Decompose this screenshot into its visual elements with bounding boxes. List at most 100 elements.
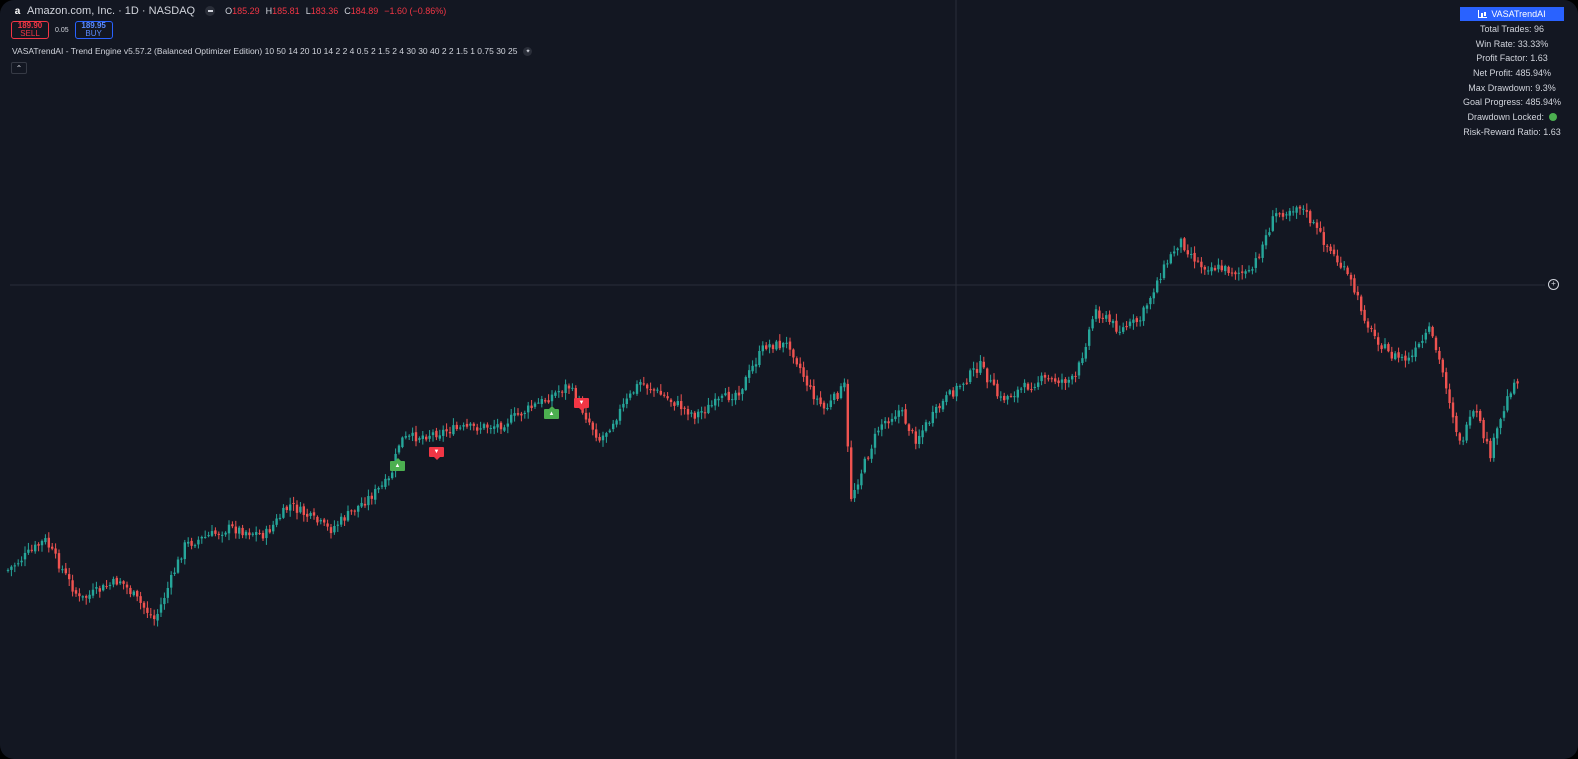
indicator-title[interactable]: VASATrendAI - Trend Engine v5.57.2 (Bala… xyxy=(12,46,517,56)
candle-body xyxy=(136,590,139,597)
candle-body xyxy=(1448,389,1451,404)
indicator-legend[interactable]: VASATrendAI - Trend Engine v5.57.2 (Bala… xyxy=(12,46,533,56)
candle-body xyxy=(448,432,452,434)
candle-body xyxy=(904,409,907,424)
stat-total-trades: Total Trades: 96 xyxy=(1479,24,1545,34)
sell-button[interactable]: 189.90 SELL xyxy=(11,21,49,39)
candle-body xyxy=(146,607,149,613)
candle-body xyxy=(693,412,696,419)
candle-body xyxy=(979,360,982,373)
candle-body xyxy=(428,435,431,439)
candle-body xyxy=(1251,269,1254,271)
add-alert-icon[interactable]: + xyxy=(1548,279,1559,290)
candle-body xyxy=(958,386,962,388)
candle-body xyxy=(1305,210,1308,212)
candle-body xyxy=(1516,381,1519,384)
candle-body xyxy=(1135,318,1138,323)
candle-body xyxy=(571,387,574,389)
candle-body xyxy=(425,436,428,440)
candle-body xyxy=(1380,345,1383,350)
candle-body xyxy=(1193,252,1196,262)
candle-body xyxy=(1506,396,1509,411)
candle-body xyxy=(669,399,673,403)
candle-body xyxy=(210,531,214,536)
candle-body xyxy=(122,581,125,584)
candle-body xyxy=(431,432,435,436)
candle-body xyxy=(911,430,914,432)
candle-body xyxy=(1275,213,1278,217)
candle-body xyxy=(986,368,989,383)
candle-body xyxy=(363,503,367,506)
candle-body xyxy=(1115,320,1118,332)
candle-body xyxy=(625,398,628,404)
candle-body xyxy=(1417,343,1421,348)
candle-body xyxy=(952,390,955,397)
candle-body xyxy=(941,400,945,410)
candle-body xyxy=(1145,305,1149,309)
candle-body xyxy=(918,435,921,445)
candle-body xyxy=(1003,395,1006,401)
candle-body xyxy=(652,389,656,391)
candle-body xyxy=(306,513,309,517)
candle-body xyxy=(452,425,455,435)
candle-body xyxy=(1006,396,1009,400)
candle-body xyxy=(1414,347,1417,357)
candle-body xyxy=(561,391,564,393)
candle-body xyxy=(1319,228,1322,232)
market-status-icon[interactable] xyxy=(205,6,216,16)
candle-body xyxy=(102,585,105,591)
buy-signal-marker[interactable]: ▲ xyxy=(544,406,559,419)
candle-body xyxy=(1162,264,1166,279)
candle-body xyxy=(380,485,384,487)
candle-body xyxy=(737,392,741,396)
candle-body xyxy=(1179,238,1183,248)
high-value: 185.81 xyxy=(272,6,300,16)
candle-body xyxy=(564,384,567,394)
candle-body xyxy=(1203,266,1206,270)
candle-body xyxy=(972,368,975,370)
stat-net-profit: Net Profit: 485.94% xyxy=(1472,68,1552,79)
stat-max-drawdown: Max Drawdown: 9.3% xyxy=(1468,82,1556,93)
candle-body xyxy=(513,413,516,416)
candle-body xyxy=(1169,254,1172,264)
candle-body xyxy=(258,533,261,535)
collapse-legend-button[interactable]: ⌃ xyxy=(11,62,27,74)
sell-signal-marker[interactable]: ▼ xyxy=(429,447,444,460)
buy-signal-marker[interactable]: ▲ xyxy=(390,458,405,471)
candle-body xyxy=(663,394,666,396)
candle-body xyxy=(91,589,95,596)
candle-body xyxy=(938,405,941,409)
sell-signal-marker[interactable]: ▼ xyxy=(574,398,589,411)
candle-body xyxy=(261,532,265,539)
candle-body xyxy=(88,594,91,599)
candle-body xyxy=(112,578,115,585)
close-value: 184.89 xyxy=(350,6,379,16)
candle-body xyxy=(612,423,615,430)
candle-body xyxy=(1302,208,1305,210)
candle-body xyxy=(493,426,496,429)
candle-body xyxy=(1326,245,1329,247)
buy-button[interactable]: 189.95 BUY xyxy=(74,21,113,39)
candle-body xyxy=(839,386,843,399)
candle-body xyxy=(1043,374,1047,378)
candle-body xyxy=(27,549,30,553)
candle-body xyxy=(1152,292,1155,299)
candle-body xyxy=(397,445,401,453)
candle-body xyxy=(207,535,210,537)
candle-body xyxy=(1094,309,1098,319)
price-chart[interactable] xyxy=(0,0,1578,759)
candle-body xyxy=(890,418,894,422)
candle-body xyxy=(785,342,788,344)
candle-body xyxy=(778,340,781,349)
indicator-settings-icon[interactable]: ✦ xyxy=(523,46,533,56)
candle-body xyxy=(1465,424,1468,441)
symbol-title[interactable]: Amazon.com, Inc. · 1D · NASDAQ xyxy=(27,5,195,17)
candle-body xyxy=(816,398,819,400)
candle-body xyxy=(323,519,326,523)
candle-body xyxy=(244,531,248,536)
candle-body xyxy=(1064,379,1067,384)
candle-body xyxy=(758,350,761,366)
strategy-stats-panel: VASATrendAI Total Trades: 96 Win Rate: 3… xyxy=(1460,7,1564,140)
candle-body xyxy=(873,433,877,448)
candle-body xyxy=(272,524,275,532)
